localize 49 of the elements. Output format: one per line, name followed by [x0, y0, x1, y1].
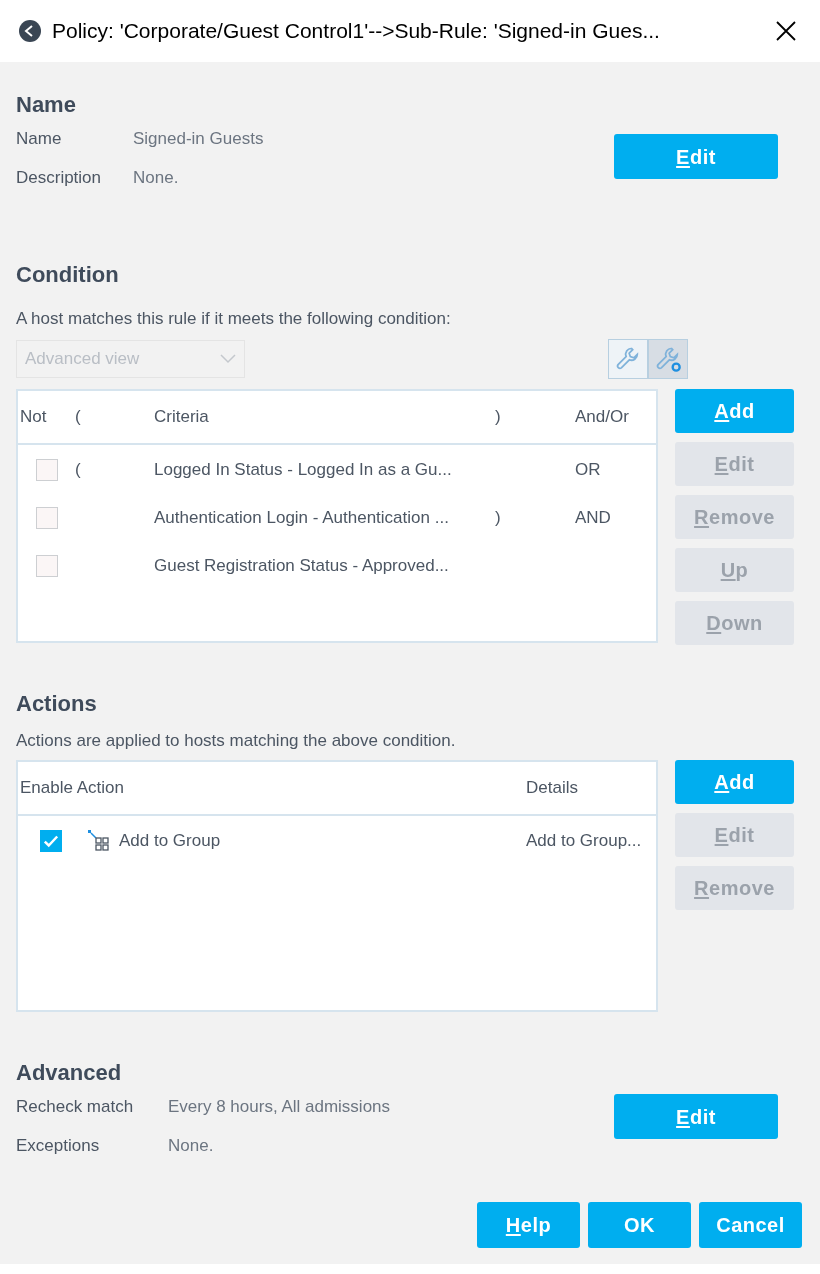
- column-header: ): [495, 406, 502, 429]
- dialog-button[interactable]: Cancel: [699, 1202, 802, 1248]
- app-icon: [18, 19, 42, 43]
- table-cell: OR: [575, 460, 601, 480]
- chevron-down-icon: [220, 354, 236, 364]
- wrench-gear-icon: [654, 345, 682, 373]
- column-header: Criteria: [154, 406, 210, 429]
- table-cell-text: Add to Group...: [526, 830, 642, 853]
- field-value: Every 8 hours, All admissions: [168, 1098, 391, 1115]
- condition-description: A host matches this rule if it meets the following condition:: [16, 310, 452, 327]
- window-title: Policy: 'Corporate/Guest Control1'-->Sub-Rule: 'Signed-in Gues...: [52, 18, 661, 45]
- table-cell: AND: [575, 508, 611, 528]
- section-heading: Name: [16, 94, 77, 116]
- table-cell: Add to Group: [119, 831, 221, 851]
- view-toggle[interactable]: [608, 339, 648, 379]
- close-icon[interactable]: [776, 21, 796, 41]
- table-button[interactable]: Add: [675, 760, 794, 804]
- table-cell: Authentication Login - Authentication ...: [154, 508, 449, 528]
- table-button[interactable]: Add: [675, 389, 794, 433]
- field-label: Exceptions: [16, 1137, 101, 1154]
- dialog-button[interactable]: OK: [588, 1202, 691, 1248]
- column-header: Enable Action: [19, 777, 125, 800]
- table-cell: ): [495, 508, 501, 528]
- column-header: And/Or: [575, 406, 629, 429]
- field-value: None.: [168, 1137, 214, 1154]
- dialog-button[interactable]: Help: [477, 1202, 580, 1248]
- edit-button[interactable]: Edit: [614, 134, 778, 179]
- field-label: Recheck match: [16, 1098, 135, 1115]
- field-value: Signed-in Guests: [133, 130, 264, 147]
- column-header: (: [75, 406, 82, 429]
- field-label: Description: [16, 169, 103, 186]
- checkbox[interactable]: [36, 507, 58, 529]
- group-icon: [88, 830, 110, 852]
- field-value: None.: [133, 169, 179, 186]
- table-cell: (: [75, 460, 81, 480]
- field-label: Name: [16, 130, 63, 147]
- view-toggle[interactable]: [648, 339, 688, 379]
- column-header: Details: [526, 777, 578, 800]
- section-heading: Condition: [16, 264, 120, 286]
- edit-button[interactable]: Edit: [614, 1094, 778, 1139]
- table-cell: Logged In Status - Logged In as a Gu...: [154, 460, 452, 480]
- checkbox[interactable]: [36, 555, 58, 577]
- column-header: Not: [19, 406, 48, 429]
- actions-description: Actions are applied to hosts matching the above condition.: [16, 732, 457, 749]
- section-heading: Actions: [16, 693, 98, 715]
- section-heading: Advanced: [16, 1062, 123, 1084]
- checkbox[interactable]: [36, 459, 58, 481]
- checkbox[interactable]: [40, 830, 62, 852]
- table-cell: Guest Registration Status - Approved...: [154, 556, 449, 576]
